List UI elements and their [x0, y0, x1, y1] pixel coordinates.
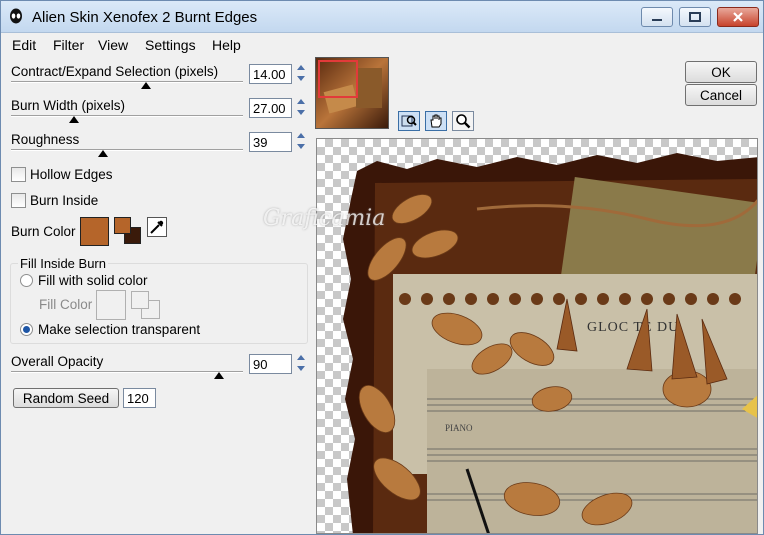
spin-down-icon[interactable] [297, 366, 305, 371]
contract-slider-track[interactable] [11, 81, 243, 83]
watermark: Graficamia [263, 206, 386, 231]
opacity-spinner[interactable] [295, 353, 309, 375]
minimize-icon [652, 19, 662, 21]
opacity-slider-track[interactable] [11, 371, 243, 373]
opacity-input[interactable] [249, 354, 292, 374]
menu-settings[interactable]: Settings [145, 37, 196, 53]
make-transparent-radio[interactable] [20, 323, 33, 336]
roughness-slider-track[interactable] [11, 149, 243, 151]
eyedropper-button[interactable] [147, 217, 167, 237]
fill-color-swatch[interactable] [96, 290, 126, 320]
zoom-preview-icon [401, 115, 417, 127]
minimize-button[interactable] [641, 7, 673, 27]
burn-color-swatch[interactable] [80, 217, 109, 246]
ok-button[interactable]: OK [685, 61, 757, 83]
make-transparent-label: Make selection transparent [38, 322, 201, 337]
thumbnail-paper [356, 68, 382, 108]
alien-skin-app-icon [10, 8, 22, 24]
maximize-button[interactable] [679, 7, 711, 27]
burn-width-slider-thumb[interactable] [69, 116, 79, 123]
roughness-spinner[interactable] [295, 131, 309, 153]
opacity-slider-thumb[interactable] [214, 372, 224, 379]
menu-help[interactable]: Help [212, 37, 241, 53]
opacity-label: Overall Opacity [11, 354, 104, 369]
roughness-label: Roughness [11, 132, 80, 147]
spin-up-icon[interactable] [297, 133, 305, 138]
navigator-thumbnail[interactable] [315, 57, 389, 129]
close-button[interactable] [717, 7, 759, 27]
paper-caption: GLOC TE DU [587, 320, 679, 335]
menu-bar: Edit Filter View Settings Help [1, 34, 763, 56]
fill-solid-radio[interactable] [20, 274, 33, 287]
burn-inside-checkbox[interactable] [11, 193, 26, 208]
hollow-edges-label: Hollow Edges [30, 167, 113, 182]
burn-width-spinner[interactable] [295, 97, 309, 119]
hand-icon [430, 114, 442, 128]
spin-up-icon[interactable] [297, 355, 305, 360]
contract-input[interactable] [249, 64, 292, 84]
spin-down-icon[interactable] [297, 110, 305, 115]
burn-width-slider-track[interactable] [11, 115, 243, 117]
spin-up-icon[interactable] [297, 65, 305, 70]
contract-spinner[interactable] [295, 63, 309, 85]
fill-color-label: Fill Color [39, 297, 93, 312]
navigator-view-rect[interactable] [318, 60, 358, 98]
burn-color-front-swatch[interactable] [114, 217, 131, 234]
contract-slider-thumb[interactable] [141, 82, 151, 89]
maximize-icon [689, 12, 701, 22]
title-bar: Alien Skin Xenofex 2 Burnt Edges [1, 1, 763, 33]
preview-canvas[interactable]: GLOC TE DU PIANO [316, 138, 758, 534]
preview-image: GLOC TE DU PIANO [343, 153, 757, 533]
cancel-button[interactable]: Cancel [685, 84, 757, 106]
menu-edit[interactable]: Edit [12, 37, 36, 53]
dialog-window: Alien Skin Xenofex 2 Burnt Edges Edit Fi… [0, 0, 764, 535]
window-title: Alien Skin Xenofex 2 Burnt Edges [32, 9, 258, 26]
roughness-slider-thumb[interactable] [98, 150, 108, 157]
random-seed-input[interactable] [123, 388, 156, 408]
random-seed-button[interactable]: Random Seed [13, 388, 119, 408]
burn-width-label: Burn Width (pixels) [11, 98, 126, 113]
contract-label: Contract/Expand Selection (pixels) [11, 64, 219, 79]
hollow-edges-checkbox[interactable] [11, 167, 26, 182]
music-caption: PIANO [445, 423, 473, 433]
close-icon [733, 12, 743, 22]
spin-down-icon[interactable] [297, 76, 305, 81]
fill-solid-label: Fill with solid color [38, 273, 148, 288]
roughness-input[interactable] [249, 132, 292, 152]
eyedropper-icon [150, 220, 164, 234]
magnifier-tool[interactable] [452, 111, 474, 131]
menu-view[interactable]: View [98, 37, 128, 53]
fill-color-front-swatch[interactable] [131, 291, 149, 309]
burn-width-input[interactable] [249, 98, 292, 118]
magnifier-icon [456, 114, 471, 129]
spin-down-icon[interactable] [297, 144, 305, 149]
burn-inside-label: Burn Inside [30, 193, 99, 208]
spin-up-icon[interactable] [297, 99, 305, 104]
menu-filter[interactable]: Filter [53, 37, 84, 53]
fill-group-title: Fill Inside Burn [18, 256, 108, 271]
hand-tool[interactable] [425, 111, 447, 131]
zoom-preview-tool[interactable] [398, 111, 420, 131]
burn-color-label: Burn Color [11, 224, 76, 239]
